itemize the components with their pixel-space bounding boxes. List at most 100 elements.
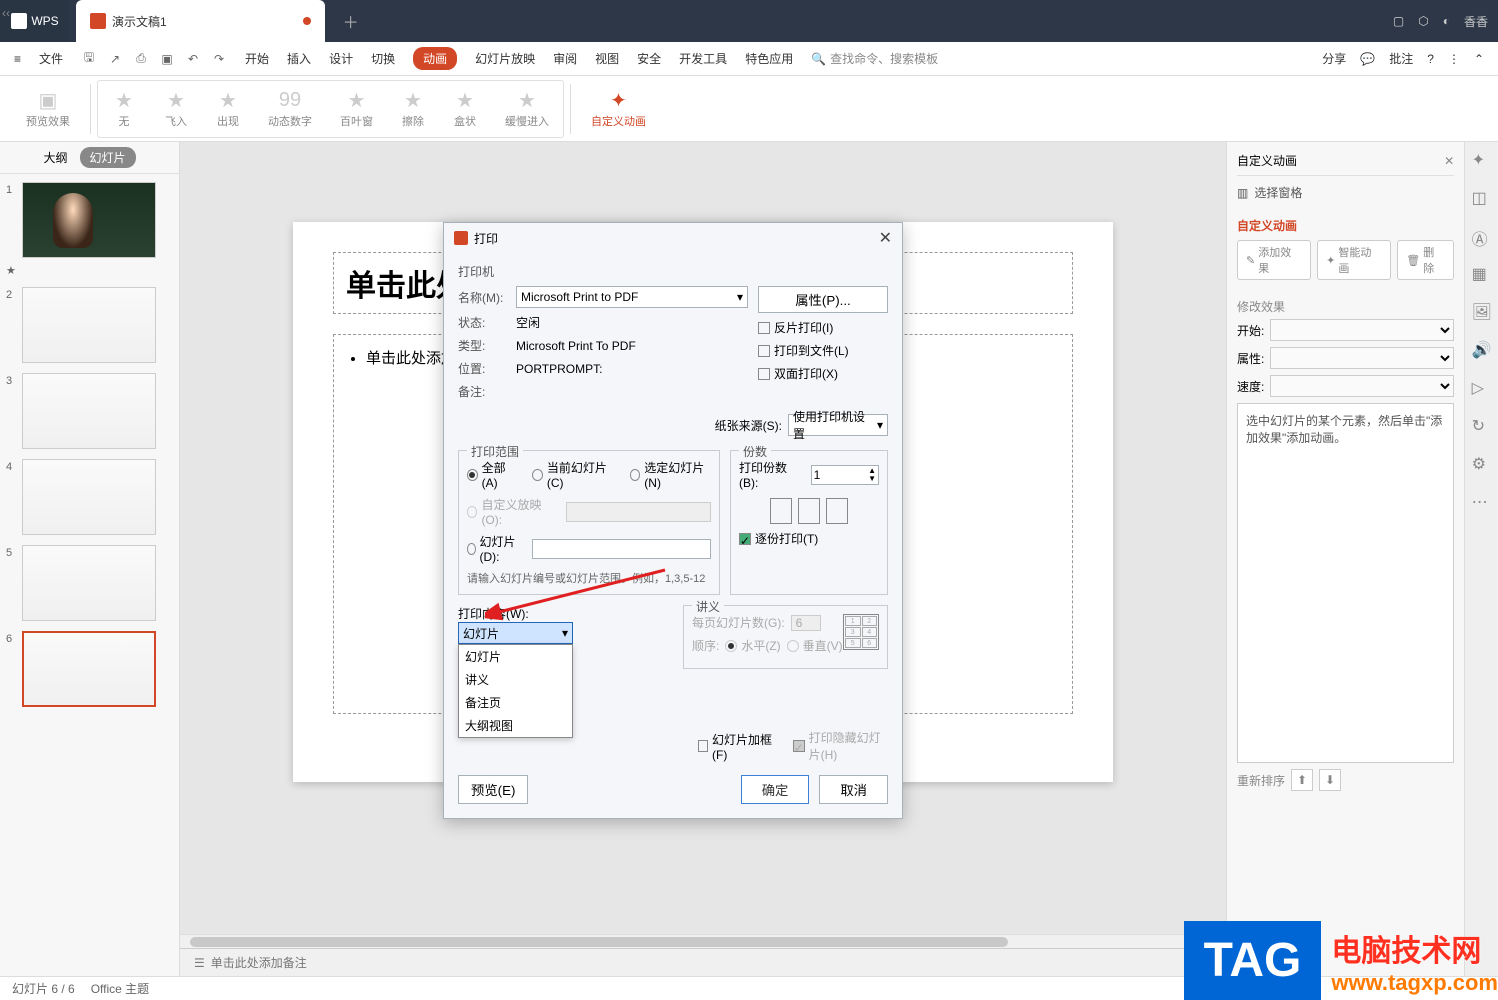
menu-design[interactable]: 设计: [329, 50, 353, 67]
anim-blinds[interactable]: ★百叶窗: [326, 81, 387, 137]
comment-icon[interactable]: 💬: [1360, 52, 1375, 66]
collapse-thumbs-icon[interactable]: ‹‹: [2, 6, 10, 20]
preview-button[interactable]: 预览(E): [458, 775, 528, 804]
thumb-2[interactable]: 2: [6, 287, 173, 363]
reverse-print-checkbox[interactable]: 反片打印(I): [758, 319, 888, 336]
option-slides[interactable]: 幻灯片: [459, 645, 572, 668]
menu-start[interactable]: 开始: [245, 50, 269, 67]
anim-none[interactable]: ★无: [98, 81, 150, 137]
range-all-radio[interactable]: 全部(A): [467, 459, 516, 490]
menu-insert[interactable]: 插入: [287, 50, 311, 67]
more-icon[interactable]: ⋮: [1448, 52, 1460, 66]
notify-icon[interactable]: ⬡: [1418, 14, 1428, 28]
custom-animation-button[interactable]: ✦ 自定义动画: [577, 76, 660, 141]
user-avatar-icon[interactable]: ◐: [1443, 14, 1450, 28]
collate-checkbox[interactable]: ✓逐份打印(T): [739, 530, 879, 547]
delete-button[interactable]: 🗑删除: [1397, 240, 1454, 280]
document-tab[interactable]: 演示文稿1: [76, 0, 325, 42]
tool-layout-icon[interactable]: ▦: [1472, 264, 1492, 284]
menu-view[interactable]: 视图: [595, 50, 619, 67]
option-notes[interactable]: 备注页: [459, 691, 572, 714]
slides-input[interactable]: [532, 539, 711, 559]
tool-transition-icon[interactable]: ◫: [1472, 188, 1492, 208]
anim-flyin[interactable]: ★飞入: [150, 81, 202, 137]
frame-checkbox[interactable]: 幻灯片加框(F): [698, 729, 773, 763]
ok-button[interactable]: 确定: [741, 775, 810, 804]
print-to-file-checkbox[interactable]: 打印到文件(L): [758, 342, 888, 359]
preview-icon[interactable]: ▣: [159, 51, 175, 67]
close-pane-icon[interactable]: ✕: [1444, 154, 1454, 168]
tab-close-button[interactable]: [303, 17, 311, 25]
search-box[interactable]: 🔍 查找命令、搜索模板: [811, 50, 938, 67]
export-icon[interactable]: ↗: [107, 51, 123, 67]
paper-source-select[interactable]: 使用打印机设置▾: [788, 414, 888, 436]
anim-number[interactable]: 99动态数字: [254, 81, 326, 137]
thumb-4[interactable]: 4: [6, 459, 173, 535]
tool-more-icon[interactable]: ⋯: [1472, 492, 1492, 512]
move-up-button[interactable]: ⬆: [1291, 769, 1313, 791]
range-selected-radio[interactable]: 选定幻灯片(N): [630, 459, 711, 490]
preview-effect-button[interactable]: ▣ 预览效果: [12, 76, 84, 141]
anim-slow[interactable]: ★缓慢进入: [491, 81, 563, 137]
collapse-ribbon-icon[interactable]: ⌃: [1474, 52, 1484, 66]
help-icon[interactable]: ?: [1427, 52, 1434, 66]
range-current-radio[interactable]: 当前幻灯片(C): [532, 459, 613, 490]
menu-review[interactable]: 审阅: [553, 50, 577, 67]
search-placeholder: 查找命令、搜索模板: [830, 50, 938, 67]
share-button[interactable]: 分享: [1322, 50, 1346, 67]
menu-security[interactable]: 安全: [637, 50, 661, 67]
speed-select[interactable]: [1270, 375, 1454, 397]
menu-slideshow[interactable]: 幻灯片放映: [475, 50, 535, 67]
new-tab-button[interactable]: ＋: [337, 7, 365, 35]
comment-button[interactable]: 批注: [1389, 50, 1413, 67]
notes-bar[interactable]: ☰ 单击此处添加备注: [180, 948, 1226, 976]
horizontal-scrollbar[interactable]: [180, 934, 1226, 948]
anim-appear[interactable]: ★出现: [202, 81, 254, 137]
hamburger-icon[interactable]: ≡: [14, 52, 21, 66]
copies-spinner[interactable]: 1▲▼: [811, 465, 879, 485]
thumb-3[interactable]: 3: [6, 373, 173, 449]
print-content-dropdown[interactable]: 幻灯片▾ 幻灯片 讲义 备注页 大纲视图: [458, 622, 573, 644]
cancel-button[interactable]: 取消: [819, 775, 888, 804]
thumb-1[interactable]: 1: [6, 182, 173, 258]
thumb-6[interactable]: 6: [6, 631, 173, 707]
file-menu[interactable]: 文件: [39, 50, 63, 67]
tool-history-icon[interactable]: ↻: [1472, 416, 1492, 436]
outline-tab[interactable]: 大纲: [43, 149, 67, 166]
smart-anim-button[interactable]: ✦智能动画: [1317, 240, 1391, 280]
slides-tab[interactable]: 幻灯片: [80, 147, 136, 168]
thumb-5[interactable]: 5: [6, 545, 173, 621]
tool-anim-icon[interactable]: ✦: [1472, 150, 1492, 170]
properties-button[interactable]: 属性(P)...: [758, 286, 888, 313]
wps-label: WPS: [31, 14, 58, 28]
dialog-close-button[interactable]: ✕: [879, 228, 892, 248]
menu-devtools[interactable]: 开发工具: [679, 50, 727, 67]
badge-icon[interactable]: ▢: [1393, 14, 1404, 28]
undo-icon[interactable]: ↶: [185, 51, 201, 67]
save-icon[interactable]: 🖫: [81, 51, 97, 67]
tool-style-icon[interactable]: Ⓐ: [1472, 226, 1492, 246]
property-select[interactable]: [1270, 347, 1454, 369]
range-slides-radio[interactable]: 幻灯片(D):: [467, 533, 516, 564]
tool-settings-icon[interactable]: ⚙: [1472, 454, 1492, 474]
dialog-titlebar[interactable]: 打印 ✕: [444, 223, 902, 253]
menu-animation[interactable]: 动画: [413, 47, 457, 70]
select-pane-button[interactable]: ▥ 选择窗格: [1237, 184, 1454, 201]
tool-image-icon[interactable]: 🖼: [1472, 302, 1492, 322]
move-down-button[interactable]: ⬇: [1319, 769, 1341, 791]
menu-special[interactable]: 特色应用: [745, 50, 793, 67]
anim-wipe[interactable]: ★擦除: [387, 81, 439, 137]
redo-icon[interactable]: ↷: [211, 51, 227, 67]
wps-home-button[interactable]: WPS: [0, 0, 70, 42]
tool-audio-icon[interactable]: 🔊: [1472, 340, 1492, 360]
start-select[interactable]: [1270, 319, 1454, 341]
add-effect-button[interactable]: ✎添加效果: [1237, 240, 1311, 280]
menu-transition[interactable]: 切换: [371, 50, 395, 67]
print-icon[interactable]: ⎙: [133, 51, 149, 67]
option-handouts[interactable]: 讲义: [459, 668, 572, 691]
printer-select[interactable]: Microsoft Print to PDF▾: [516, 286, 748, 308]
option-outline[interactable]: 大纲视图: [459, 714, 572, 737]
duplex-checkbox[interactable]: 双面打印(X): [758, 365, 888, 382]
tool-play-icon[interactable]: ▷: [1472, 378, 1492, 398]
anim-box[interactable]: ★盒状: [439, 81, 491, 137]
